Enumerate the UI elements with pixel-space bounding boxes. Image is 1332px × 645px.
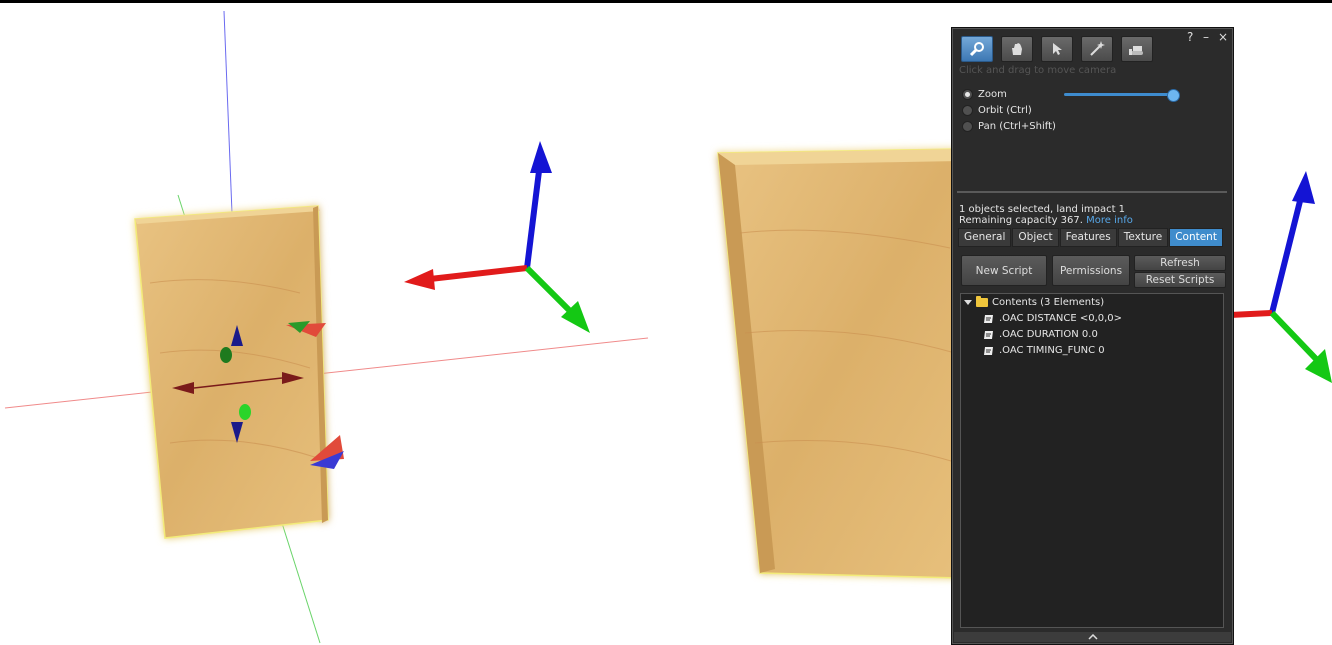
script-icon <box>984 346 993 355</box>
contents-list[interactable]: Contents (3 Elements) .OAC DISTANCE <0,0… <box>960 293 1224 628</box>
item-label: .OAC DURATION 0.0 <box>999 329 1098 340</box>
tab-content[interactable]: Content <box>1169 228 1223 247</box>
radio-button[interactable] <box>962 121 973 132</box>
radio-label: Orbit (Ctrl) <box>978 105 1032 116</box>
bulldozer-icon <box>1129 46 1143 55</box>
tab-texture[interactable]: Texture <box>1117 228 1169 247</box>
radio-orbit[interactable]: Orbit (Ctrl) <box>962 105 1032 116</box>
new-script-button[interactable]: New Script <box>961 255 1047 286</box>
selection-info: 1 objects selected, land impact 1 Remain… <box>959 204 1133 226</box>
selection-line-1: 1 objects selected, land impact 1 <box>959 204 1126 215</box>
wand-icon <box>1090 41 1105 56</box>
script-icon <box>984 330 993 339</box>
radio-label: Zoom <box>978 89 1007 100</box>
radio-label: Pan (Ctrl+Shift) <box>978 121 1056 132</box>
list-item[interactable]: .OAC DURATION 0.0 <box>983 329 1098 340</box>
move-tool-button[interactable] <box>1001 36 1033 62</box>
item-label: .OAC TIMING_FUNC 0 <box>999 345 1105 356</box>
folder-icon <box>976 296 988 307</box>
zoom-slider-thumb[interactable] <box>1167 89 1180 102</box>
permissions-button[interactable]: Permissions <box>1052 255 1130 286</box>
refresh-button[interactable]: Refresh <box>1134 255 1226 271</box>
guide-line-x <box>4 337 649 409</box>
item-label: .OAC DISTANCE <0,0,0> <box>999 313 1123 324</box>
axis-widget-left[interactable] <box>404 141 590 333</box>
panel-divider <box>957 191 1227 193</box>
radio-pan[interactable]: Pan (Ctrl+Shift) <box>962 121 1056 132</box>
hand-icon <box>1012 43 1022 55</box>
radio-button[interactable] <box>962 105 973 116</box>
chevron-up-icon[interactable] <box>1087 634 1098 640</box>
list-item[interactable]: .OAC TIMING_FUNC 0 <box>983 345 1105 356</box>
folder-label: Contents (3 Elements) <box>992 297 1105 308</box>
chevron-down-icon[interactable] <box>964 300 972 305</box>
selection-line-2: Remaining capacity 367. <box>959 215 1083 226</box>
contents-folder[interactable]: Contents (3 Elements) <box>964 296 1105 308</box>
tab-general[interactable]: General <box>958 228 1012 247</box>
minimize-icon[interactable]: – <box>1203 30 1209 44</box>
focus-tool-button[interactable] <box>961 36 993 62</box>
radio-zoom[interactable]: Zoom <box>962 89 1007 100</box>
edit-tool-button[interactable] <box>1041 36 1073 62</box>
tool-hint: Click and drag to move camera <box>959 65 1117 76</box>
zoom-slider-track[interactable] <box>1064 93 1172 96</box>
land-tool-button[interactable] <box>1121 36 1153 62</box>
wood-block-left[interactable] <box>134 205 329 539</box>
tab-object[interactable]: Object <box>1012 228 1059 247</box>
radio-button[interactable] <box>962 89 973 100</box>
list-item[interactable]: .OAC DISTANCE <0,0,0> <box>983 313 1122 324</box>
magnifier-icon <box>969 42 984 57</box>
close-icon[interactable]: × <box>1218 30 1228 44</box>
create-tool-button[interactable] <box>1081 36 1113 62</box>
wood-block-right[interactable] <box>717 148 961 579</box>
more-info-link[interactable]: More info <box>1086 215 1133 226</box>
guide-line-z <box>223 10 233 214</box>
tab-features[interactable]: Features <box>1059 228 1117 247</box>
help-icon[interactable]: ? <box>1187 30 1193 44</box>
reset-scripts-button[interactable]: Reset Scripts <box>1134 272 1226 288</box>
script-icon <box>984 314 993 323</box>
cursor-arrow-icon <box>1053 43 1062 55</box>
build-tools-panel[interactable]: ? – × Click and drag to move camera Zoom… <box>951 27 1234 645</box>
tool-selector <box>961 36 1153 62</box>
collapse-bar[interactable] <box>954 632 1231 642</box>
edit-tabs: General Object Features Texture Content <box>958 228 1223 247</box>
